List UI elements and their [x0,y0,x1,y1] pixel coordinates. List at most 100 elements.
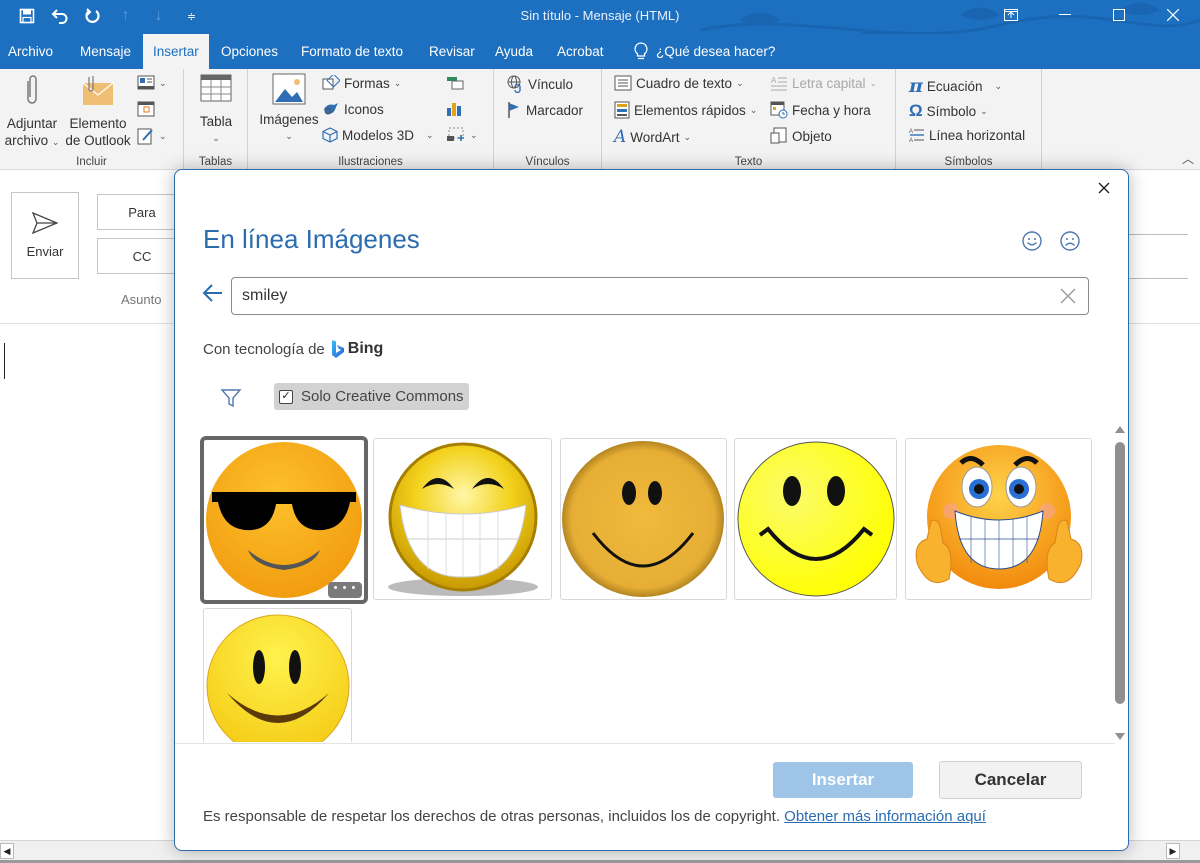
insert-button[interactable]: Insertar [773,762,913,798]
text-box-label: Cuadro de texto [636,75,733,91]
scroll-up-arrow[interactable] [1115,426,1125,433]
scrollbar-thumb[interactable] [1115,442,1125,704]
symbol-button[interactable]: Ω Símbolo ⌄ [909,101,988,121]
cancel-button[interactable]: Cancelar [939,761,1082,799]
more-options-button[interactable]: • • • [328,582,362,598]
date-time-icon [770,101,788,119]
results-vertical-scrollbar[interactable] [1114,424,1126,742]
drop-cap-label: Letra capital [792,75,866,91]
result-image-classic-yellow-smiley[interactable] [734,438,897,600]
icons-label: Iconos [344,101,384,117]
dialog-close-button[interactable] [1092,176,1116,200]
date-time-button[interactable]: Fecha y hora [770,101,871,119]
minimize-button[interactable] [1038,0,1092,30]
group-texto: Cuadro de texto ⌄ Elementos rápidos ⌄ A … [602,69,896,170]
group-label-ilustraciones: Ilustraciones [338,156,403,168]
quick-parts-button[interactable]: Elementos rápidos ⌄ [614,101,757,119]
equation-button[interactable]: π Ecuación ⌄ [909,75,1002,97]
back-button[interactable] [202,282,224,304]
table-button[interactable]: Tabla ⌄ [196,73,236,147]
text-box-button[interactable]: Cuadro de texto ⌄ [614,75,744,91]
learn-more-link[interactable]: Obtener más información aquí [784,808,986,825]
pictures-button[interactable]: Imágenes ⌄ [256,73,322,145]
signature-icon [137,128,153,145]
drop-cap-button[interactable]: A Letra capital ⌄ [770,75,877,91]
icons-button[interactable]: Iconos [322,101,384,117]
tab-acrobat[interactable]: Acrobat [550,34,611,69]
frown-feedback-icon [1060,231,1080,251]
send-frown-button[interactable] [1059,230,1083,254]
text-cursor [4,343,5,379]
chevron-down-icon: ⌄ [980,105,988,116]
chart-button[interactable] [446,101,462,117]
chevron-down-icon: ⌄ [285,131,293,141]
tab-revisar[interactable]: Revisar [422,34,482,69]
creative-commons-label: Solo Creative Commons [301,388,464,405]
attach-label-line2: archivo ⌄ [5,132,60,151]
outlook-item-label-line1: Elemento [69,116,127,131]
tell-me-placeholder: ¿Qué desea hacer? [656,44,776,59]
group-ilustraciones: Imágenes ⌄ Formas ⌄ Iconos Modelos 3D ⌄ … [248,69,494,170]
checkbox-checked-icon[interactable]: ✓ [279,389,293,404]
tab-mensaje[interactable]: Mensaje [73,34,138,69]
filter-button[interactable] [220,387,242,409]
tab-ayuda[interactable]: Ayuda [488,34,540,69]
result-image-thumbs-up-smiley[interactable] [905,438,1092,600]
group-vinculos: Vínculo Marcador Vínculos [494,69,602,170]
svg-text:A: A [909,138,913,143]
smartart-button[interactable] [446,75,464,91]
copyright-disclaimer: Es responsable de respetar los derechos … [203,808,986,825]
shapes-button[interactable]: Formas ⌄ [322,75,401,91]
send-button[interactable]: Enviar [11,192,79,279]
bookmark-button[interactable]: Marcador [506,101,583,119]
3d-models-label: Modelos 3D [342,127,415,143]
result-image-sunglasses-smiley[interactable]: • • • [200,436,368,604]
chevron-down-icon: ⌄ [749,104,758,115]
chevron-down-icon: ⌄ [683,131,692,142]
cc-field-underline [1128,278,1188,279]
group-label-tablas: Tablas [198,156,233,168]
tab-insertar[interactable]: Insertar [143,34,209,69]
send-smile-button[interactable] [1021,230,1045,254]
horizontal-line-button[interactable]: AA Línea horizontal [909,127,1025,144]
disclaimer-text: Es responsable de respetar los derechos … [203,808,780,825]
business-card-icon [137,75,155,90]
equation-label: Ecuación [926,78,983,94]
attach-file-button[interactable]: Adjuntar archivo ⌄ [4,73,60,151]
symbol-label: Símbolo [926,103,977,119]
quick-parts-icon [614,101,630,119]
collapse-ribbon-button[interactable]: ︿ [1182,150,1194,167]
search-input[interactable] [242,287,1022,305]
close-window-button[interactable] [1146,0,1200,30]
dialog-title: En línea Imágenes [203,224,420,254]
tab-archivo[interactable]: Archivo [1,34,60,69]
3d-models-button[interactable]: Modelos 3D ⌄ [322,127,434,143]
tab-formato-de-texto[interactable]: Formato de texto [294,34,410,69]
business-card-button[interactable]: ⌄ [137,75,167,91]
flag-icon [508,102,519,118]
result-image-grinning-teeth-smiley[interactable] [373,438,552,600]
date-time-label: Fecha y hora [792,102,871,118]
maximize-button[interactable] [1092,0,1146,30]
outlook-item-button[interactable]: Elemento de Outlook [62,73,134,149]
globe-link-icon [507,75,521,93]
tell-me-search[interactable]: ¿Qué desea hacer? [634,34,775,69]
result-image-glossy-orange-smiley[interactable] [560,438,727,600]
link-button[interactable]: Vínculo [506,75,573,93]
signature-button[interactable]: ⌄ [137,127,167,145]
wordart-button[interactable]: A WordArt ⌄ [614,127,691,147]
calendar-button[interactable] [137,101,155,117]
bookmark-label: Marcador [526,102,584,118]
scroll-left-arrow[interactable]: ◀ [0,843,14,859]
object-button[interactable]: Objeto [770,127,832,145]
thumbs-up-smiley-image [915,445,1082,589]
scroll-down-arrow[interactable] [1115,733,1125,740]
scroll-right-arrow[interactable]: ▶ [1166,843,1180,859]
screenshot-button[interactable]: ⌄ [446,127,478,143]
result-image-yellow-smiley[interactable] [203,608,352,742]
tab-opciones[interactable]: Opciones [214,34,285,69]
clear-search-button[interactable] [1058,286,1078,306]
creative-commons-filter[interactable]: ✓ Solo Creative Commons [274,383,469,410]
yellow-smiley-image [206,614,349,742]
ribbon-display-options-button[interactable] [984,0,1038,30]
